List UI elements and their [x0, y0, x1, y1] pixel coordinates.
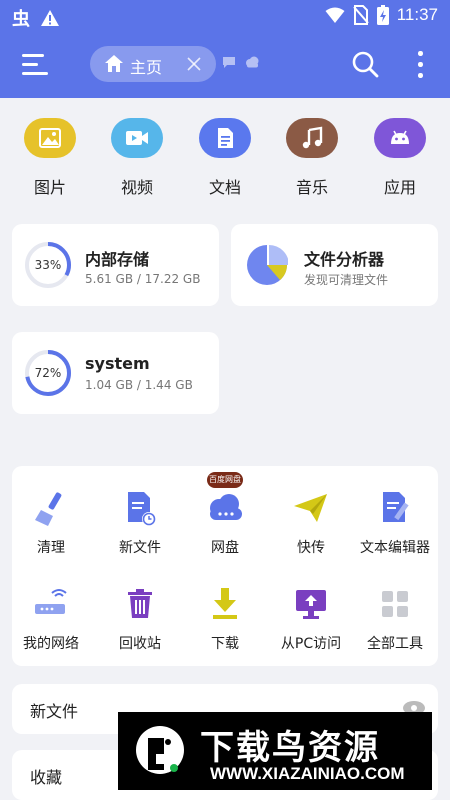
category-music[interactable]: 音乐: [272, 118, 352, 198]
system-storage-card[interactable]: 72% system 1.04 GB / 1.44 GB: [12, 332, 219, 414]
tools-panel: 清理 新文件 网盘 快传 文本编辑器 我的网络 回收站 下载 从PC访问 全部工…: [12, 466, 438, 666]
more-options-icon[interactable]: [412, 50, 428, 80]
tab-home[interactable]: 主页: [90, 46, 216, 82]
category-label: 音乐: [295, 178, 328, 197]
home-icon: [105, 55, 123, 72]
new-file-icon: [120, 488, 160, 528]
category-documents[interactable]: 文档: [185, 118, 265, 198]
cloud-icon: [246, 56, 259, 68]
video-icon: [111, 118, 163, 158]
tool-new-file[interactable]: 新文件: [95, 488, 185, 557]
paper-plane-icon: [291, 488, 331, 528]
tool-clean[interactable]: 清理: [6, 488, 96, 557]
pie-chart-icon: [247, 245, 288, 285]
document-icon: [199, 118, 251, 158]
cloud-drive-icon: [205, 488, 245, 528]
tool-label: 下载: [211, 636, 239, 652]
card-title: 文件分析器: [304, 250, 385, 269]
warning-icon: [41, 10, 59, 26]
tool-label: 新文件: [119, 540, 161, 556]
tool-label: 从PC访问: [280, 636, 342, 652]
tool-label: 清理: [37, 540, 65, 556]
section-title: 收藏: [30, 768, 63, 787]
tool-label: 全部工具: [367, 636, 423, 652]
tool-label: 回收站: [119, 636, 161, 652]
battery-icon: [376, 5, 389, 25]
image-icon: [24, 118, 76, 158]
tool-quick-send[interactable]: 快传: [266, 488, 356, 557]
close-icon[interactable]: [186, 56, 202, 72]
text-editor-icon: [375, 488, 415, 528]
category-label: 应用: [383, 178, 416, 197]
watermark-url: WWW.XIAZAINIAO.COM: [210, 764, 405, 783]
menu-button[interactable]: [22, 54, 48, 76]
status-bar: 虫 11:37: [0, 0, 450, 32]
category-images[interactable]: 图片: [10, 118, 90, 198]
section-title: 新文件: [30, 702, 79, 721]
file-analyzer-card[interactable]: 文件分析器 发现可清理文件: [231, 224, 438, 306]
grid-icon: [375, 584, 415, 624]
tool-download[interactable]: 下载: [180, 584, 270, 653]
tool-label: 我的网络: [23, 636, 79, 652]
category-videos[interactable]: 视频: [97, 118, 177, 198]
app-notification-icon: 虫: [12, 9, 30, 30]
broom-icon: [31, 488, 71, 528]
card-title: system: [85, 354, 150, 373]
app-bar: 主页: [0, 32, 450, 98]
pc-access-icon: [291, 584, 331, 624]
no-sim-icon: [352, 5, 369, 25]
tool-text-editor[interactable]: 文本编辑器: [350, 488, 440, 557]
chat-icon: [223, 57, 235, 68]
tool-label: 快传: [297, 540, 325, 556]
android-icon: [374, 118, 426, 158]
watermark-brand: 下载鸟资源: [200, 728, 380, 768]
card-subtitle: 发现可清理文件: [304, 273, 389, 287]
category-label: 视频: [120, 178, 153, 197]
tool-label: 文本编辑器: [360, 540, 430, 556]
router-icon: [31, 584, 71, 624]
category-row: 图片 视频 文档 音乐 应用: [0, 118, 450, 198]
baidu-badge: 百度网盘: [207, 472, 243, 488]
internal-storage-card[interactable]: 33% 内部存储 5.61 GB / 17.22 GB: [12, 224, 219, 306]
bird-logo-icon: [136, 726, 184, 774]
tool-my-network[interactable]: 我的网络: [6, 584, 96, 653]
storage-usage: 5.61 GB / 17.22 GB: [85, 272, 201, 286]
download-icon: [205, 584, 245, 624]
internal-storage-ring: 33%: [24, 241, 72, 289]
category-label: 图片: [33, 178, 66, 197]
tab-label: 主页: [130, 58, 163, 77]
category-apps[interactable]: 应用: [360, 118, 440, 198]
tool-all-tools[interactable]: 全部工具: [350, 584, 440, 653]
status-time: 11:37: [396, 5, 438, 24]
search-icon[interactable]: [351, 50, 379, 78]
tool-recycle-bin[interactable]: 回收站: [95, 584, 185, 653]
storage-percent: 72%: [34, 366, 62, 380]
trash-icon: [120, 584, 160, 624]
card-title: 内部存储: [85, 250, 150, 269]
tool-cloud-drive[interactable]: 网盘: [180, 488, 270, 557]
tool-label: 网盘: [211, 540, 239, 556]
wifi-icon: [325, 7, 345, 23]
system-storage-ring: 72%: [24, 349, 72, 397]
music-icon: [286, 118, 338, 158]
tool-pc-access[interactable]: 从PC访问: [266, 584, 356, 653]
storage-usage: 1.04 GB / 1.44 GB: [85, 378, 193, 392]
storage-percent: 33%: [34, 258, 62, 272]
watermark-banner: 下载鸟资源 WWW.XIAZAINIAO.COM: [118, 712, 432, 790]
category-label: 文档: [208, 178, 241, 197]
